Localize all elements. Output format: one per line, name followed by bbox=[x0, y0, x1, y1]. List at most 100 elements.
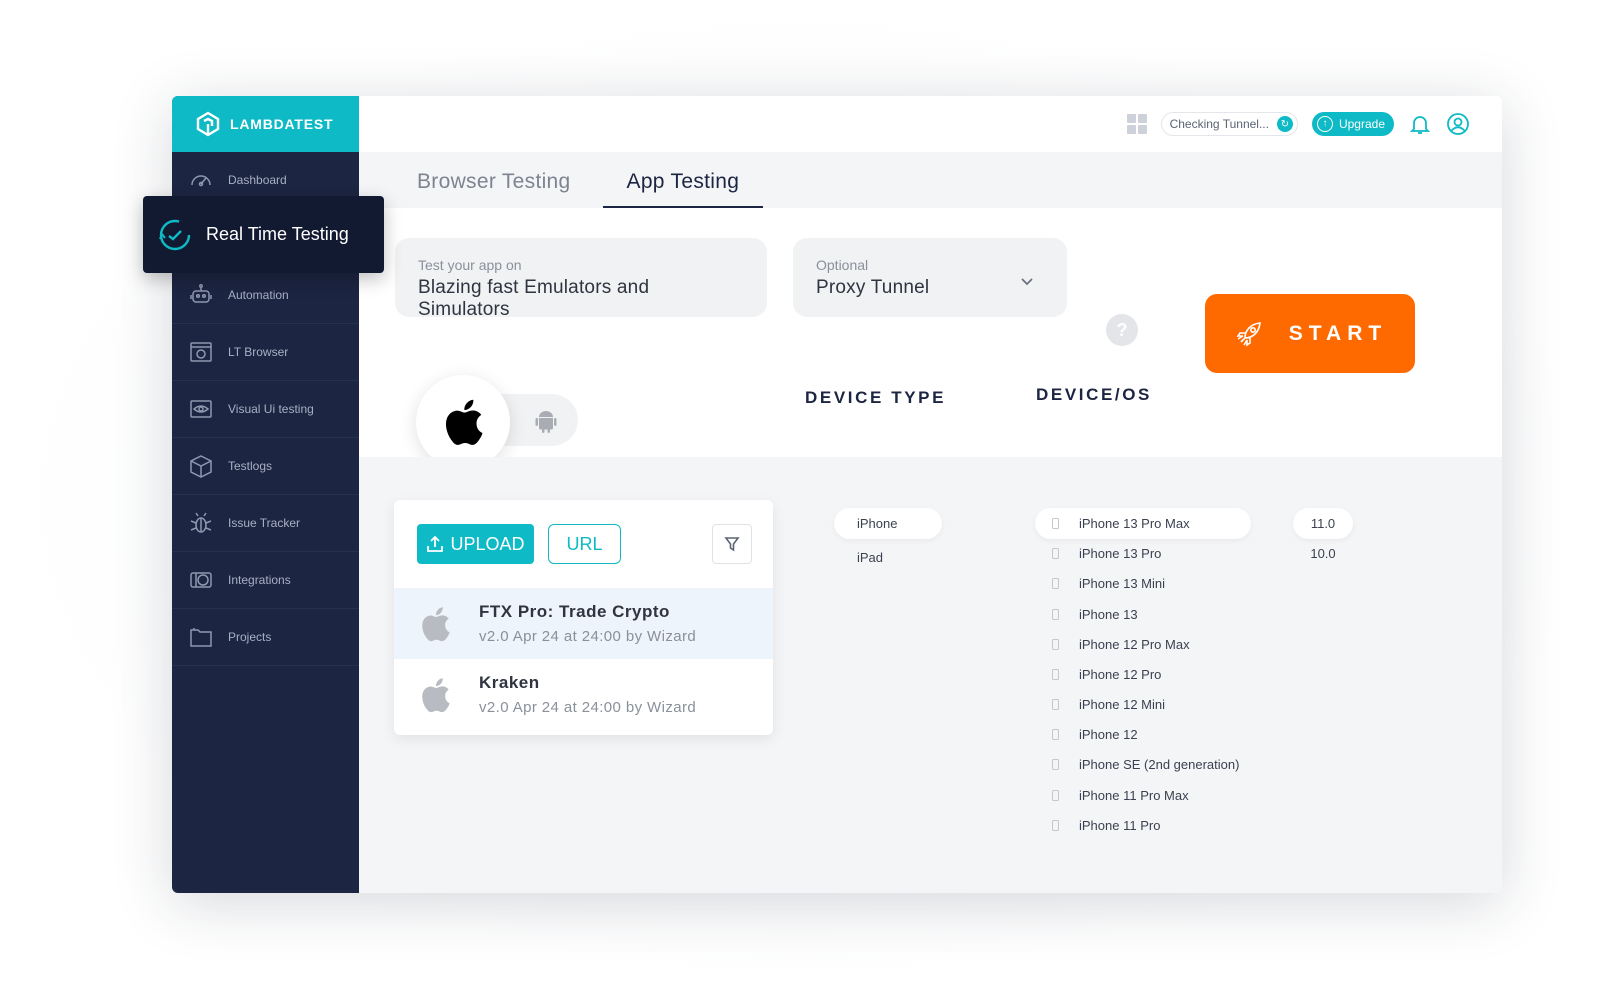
sidebar-item-label: Visual Ui testing bbox=[228, 402, 314, 416]
device-label: iPhone 11 Pro bbox=[1079, 818, 1161, 833]
device-type-iphone[interactable]: iPhone bbox=[834, 508, 942, 539]
os-option-android[interactable] bbox=[532, 407, 560, 435]
os-version-item[interactable]: 10.0 bbox=[1293, 546, 1353, 561]
upload-button[interactable]: UPLOAD bbox=[417, 524, 534, 564]
apple-icon bbox=[422, 606, 450, 641]
start-label: START bbox=[1288, 321, 1388, 345]
apple-icon bbox=[422, 677, 450, 712]
dashboard-icon bbox=[191, 175, 211, 187]
device-item[interactable]: iPhone 11 Pro bbox=[1052, 818, 1160, 833]
device-item[interactable]: iPhone 13 Mini bbox=[1052, 576, 1165, 591]
sidebar-item-projects[interactable]: Projects bbox=[172, 609, 359, 666]
device-item[interactable]: iPhone SE (2nd generation) bbox=[1052, 757, 1239, 772]
eye-icon bbox=[190, 400, 212, 418]
device-label: iPhone 13 bbox=[1079, 607, 1138, 622]
device-label: iPhone 13 Pro Max bbox=[1079, 516, 1190, 531]
sidebar-item-visual-ui-testing[interactable]: Visual Ui testing bbox=[172, 381, 359, 438]
config-panel: Test your app on Blazing fast Emulators … bbox=[359, 208, 1502, 469]
real-time-testing-label: Real Time Testing bbox=[206, 224, 349, 244]
topbar: Checking Tunnel... ↻ ↑ Upgrade bbox=[359, 96, 1502, 152]
device-item[interactable]: iPhone 13 Pro Max bbox=[1052, 516, 1190, 531]
rocket-icon bbox=[1236, 321, 1261, 346]
phone-icon bbox=[1052, 639, 1059, 650]
phone-icon bbox=[1052, 518, 1059, 529]
sidebar-item-automation[interactable]: Automation bbox=[172, 267, 359, 324]
url-button[interactable]: URL bbox=[548, 524, 621, 564]
tunnel-select[interactable]: Optional Proxy Tunnel bbox=[793, 238, 1067, 317]
notification-button[interactable] bbox=[1408, 112, 1432, 136]
browser-icon bbox=[190, 342, 212, 362]
sidebar-item-label: Integrations bbox=[228, 573, 291, 587]
sidebar-item-real-time-testing[interactable]: Real Time Testing bbox=[143, 196, 384, 273]
body-area: UPLOAD URL FTX Pro: Trade Crypto v2.0 Ap… bbox=[359, 457, 1502, 893]
test-target-field[interactable]: Test your app on Blazing fast Emulators … bbox=[395, 238, 767, 320]
phone-icon bbox=[1052, 759, 1059, 770]
profile-button[interactable] bbox=[1446, 112, 1470, 136]
device-item[interactable]: iPhone 12 Mini bbox=[1052, 697, 1165, 712]
device-item[interactable]: iPhone 13 Pro bbox=[1052, 546, 1161, 561]
tunnel-status[interactable]: Checking Tunnel... ↻ bbox=[1160, 112, 1298, 136]
os-version-item[interactable]: 11.0 bbox=[1293, 508, 1353, 539]
tunnel-select-hint: Optional bbox=[816, 257, 869, 273]
phone-icon bbox=[1052, 790, 1059, 801]
brand-logo[interactable]: LAMBDATEST bbox=[172, 96, 359, 152]
device-type-ipad[interactable]: iPad bbox=[857, 550, 883, 565]
device-item[interactable]: iPhone 11 Pro Max bbox=[1052, 788, 1189, 803]
app-meta: v2.0 Apr 24 at 24:00 by Wizard bbox=[479, 699, 697, 716]
upgrade-button[interactable]: ↑ Upgrade bbox=[1311, 112, 1394, 136]
tab-browser-testing[interactable]: Browser Testing bbox=[359, 152, 595, 208]
phone-icon bbox=[1052, 548, 1059, 559]
filter-button[interactable] bbox=[712, 524, 752, 564]
device-label: iPhone 13 Mini bbox=[1079, 576, 1165, 591]
app-list-item[interactable]: Kraken v2.0 Apr 24 at 24:00 by Wizard bbox=[394, 659, 773, 730]
os-option-ios[interactable] bbox=[416, 375, 510, 469]
tab-app-testing[interactable]: App Testing bbox=[602, 152, 764, 208]
apple-icon bbox=[446, 399, 483, 445]
device-item[interactable]: iPhone 12 Pro bbox=[1052, 667, 1161, 682]
phone-icon bbox=[1052, 820, 1059, 831]
sidebar-item-issue-tracker[interactable]: Issue Tracker bbox=[172, 495, 359, 552]
phone-icon bbox=[1052, 699, 1059, 710]
app-info: FTX Pro: Trade Crypto v2.0 Apr 24 at 24:… bbox=[479, 602, 696, 645]
device-label: iPhone 12 Mini bbox=[1079, 697, 1165, 712]
device-item[interactable]: iPhone 13 bbox=[1052, 607, 1138, 622]
device-item[interactable]: iPhone 12 bbox=[1052, 727, 1138, 742]
app-meta: v2.0 Apr 24 at 24:00 by Wizard bbox=[479, 628, 697, 645]
header-area: Browser Testing App Testing Test your ap… bbox=[359, 152, 1502, 469]
test-target-hint: Test your app on bbox=[418, 257, 522, 273]
sidebar-item-label: Testlogs bbox=[228, 459, 273, 473]
device-label: iPhone 11 Pro Max bbox=[1079, 788, 1189, 803]
phone-icon bbox=[1052, 609, 1059, 620]
start-button[interactable]: START bbox=[1205, 294, 1415, 373]
app-list-item[interactable]: FTX Pro: Trade Crypto v2.0 Apr 24 at 24:… bbox=[394, 588, 773, 659]
upload-icon bbox=[427, 535, 444, 552]
bug-icon bbox=[190, 512, 212, 533]
sidebar-item-integrations[interactable]: Integrations bbox=[172, 552, 359, 609]
device-label: iPhone SE (2nd generation) bbox=[1079, 757, 1240, 772]
user-icon bbox=[1447, 113, 1469, 135]
android-icon bbox=[535, 411, 557, 433]
sidebar-item-label: Issue Tracker bbox=[228, 516, 301, 530]
device-os-heading: DEVICE/OS bbox=[1036, 385, 1152, 404]
device-item[interactable]: iPhone 12 Pro Max bbox=[1052, 637, 1190, 652]
phone-icon bbox=[1052, 729, 1059, 740]
sidebar-item-testlogs[interactable]: Testlogs bbox=[172, 438, 359, 495]
sidebar-item-label: Automation bbox=[228, 288, 289, 302]
app-list-card: UPLOAD URL FTX Pro: Trade Crypto v2.0 Ap… bbox=[394, 500, 773, 735]
device-label: iPhone 12 Pro Max bbox=[1079, 637, 1190, 652]
device-type-heading: DEVICE TYPE bbox=[805, 388, 947, 407]
sidebar-item-label: Projects bbox=[228, 630, 272, 644]
test-target-value: Blazing fast Emulators and Simulators bbox=[418, 277, 650, 320]
apps-grid-icon[interactable] bbox=[1126, 114, 1147, 134]
arrow-up-icon: ↑ bbox=[1316, 116, 1333, 132]
stage: LAMBDATEST Dashboard Automation LT Brows… bbox=[0, 0, 1600, 995]
box-icon bbox=[190, 455, 212, 478]
help-icon[interactable]: ? bbox=[1106, 314, 1138, 346]
upgrade-label: Upgrade bbox=[1338, 117, 1385, 131]
sidebar-item-lt-browser[interactable]: LT Browser bbox=[172, 324, 359, 381]
refresh-icon: ↻ bbox=[1276, 116, 1293, 132]
phone-icon bbox=[1052, 578, 1059, 589]
chevron-down-icon bbox=[1021, 274, 1033, 286]
integrations-icon bbox=[190, 572, 212, 588]
app-name: FTX Pro: Trade Crypto bbox=[479, 602, 670, 621]
